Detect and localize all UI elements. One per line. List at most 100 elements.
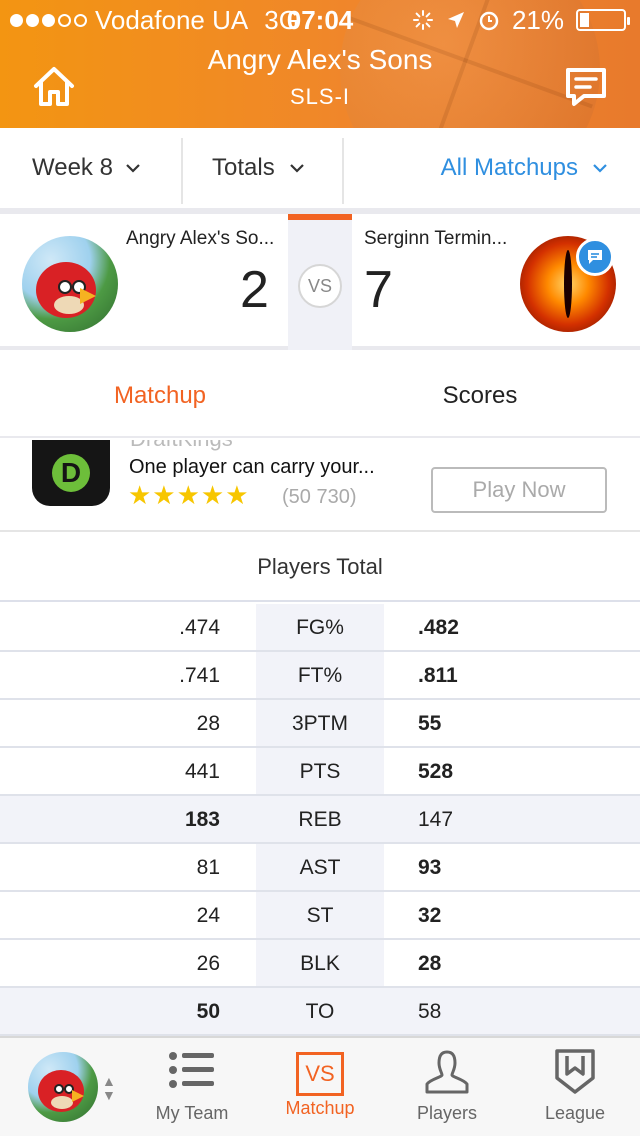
stat-row: .741 FT% .811 bbox=[0, 652, 640, 700]
stat-row: 183 REB 147 bbox=[0, 796, 640, 844]
stat-right-value: 528 bbox=[418, 760, 454, 783]
tab-players[interactable]: Players bbox=[392, 1048, 502, 1124]
signal-strength-icon bbox=[10, 13, 87, 27]
stat-category: REB bbox=[298, 808, 342, 831]
message-icon bbox=[588, 250, 602, 264]
stat-category: TO bbox=[305, 1000, 335, 1023]
stat-left-value: 28 bbox=[196, 712, 220, 735]
tab-matchup[interactable]: Matchup bbox=[0, 350, 320, 438]
network-label: 3G bbox=[264, 5, 299, 35]
stat-right-value: 32 bbox=[418, 904, 442, 927]
left-team-score: 2 bbox=[240, 261, 269, 319]
battery-icon bbox=[576, 9, 630, 31]
ad-banner[interactable]: D DraftKings One player can carry your..… bbox=[0, 440, 640, 532]
stats-table: .474 FG% .482 .741 FT% .811 28 3PTM 55 441 PTS 528 1… bbox=[0, 604, 640, 1036]
draftkings-logo-icon: D bbox=[32, 440, 110, 506]
rating-stars-icon: ★★★★★ bbox=[128, 480, 250, 510]
stat-row: 50 TO 58 bbox=[0, 988, 640, 1036]
stat-category: 3PTM bbox=[291, 712, 348, 735]
alarm-icon bbox=[479, 11, 499, 31]
week-label: Week 8 bbox=[32, 154, 113, 181]
team-switcher-avatar[interactable] bbox=[28, 1052, 98, 1122]
tab-scores[interactable]: Scores bbox=[320, 350, 640, 438]
stat-row: 81 AST 93 bbox=[0, 844, 640, 892]
matchups-label: All Matchups bbox=[440, 154, 578, 181]
angry-bird-icon bbox=[36, 262, 96, 318]
page-title: Angry Alex's Sons bbox=[207, 44, 433, 75]
vs-icon: VS bbox=[296, 1052, 344, 1096]
totals-label: Totals bbox=[212, 154, 275, 181]
stat-row: 441 PTS 528 bbox=[0, 748, 640, 796]
stat-category: PTS bbox=[299, 760, 341, 783]
right-team-name[interactable]: Serginn Termin... bbox=[364, 228, 507, 250]
stat-left-value: .741 bbox=[179, 664, 220, 687]
tab-matchup-nav[interactable]: VS Matchup bbox=[265, 1048, 375, 1119]
message-badge[interactable] bbox=[576, 238, 614, 276]
tab-players-label: Players bbox=[416, 1103, 478, 1123]
vs-badge: VS bbox=[298, 264, 342, 308]
stat-left-value: 81 bbox=[196, 856, 220, 879]
ad-text: One player can carry your... bbox=[129, 456, 375, 478]
stat-left-value: 183 bbox=[184, 808, 220, 831]
bottom-tab-bar: ▲ ▼ My Team VS Matchup Players League bbox=[0, 1036, 640, 1136]
stat-left-value: 50 bbox=[196, 1000, 220, 1023]
divider bbox=[181, 138, 183, 204]
stat-category: AST bbox=[299, 856, 341, 879]
players-total-title: Players Total bbox=[0, 532, 640, 602]
stat-left-value: 26 bbox=[196, 952, 220, 975]
stat-category: FT% bbox=[297, 664, 343, 687]
filter-bar: Week 8 Totals All Matchups bbox=[0, 128, 640, 214]
stat-left-value: 441 bbox=[184, 760, 220, 783]
stat-row: 24 ST 32 bbox=[0, 892, 640, 940]
stat-right-value: 55 bbox=[418, 712, 442, 735]
chat-button[interactable] bbox=[562, 62, 610, 110]
stat-right-value: 28 bbox=[418, 952, 442, 975]
stat-right-value: 58 bbox=[418, 1000, 442, 1023]
tab-my-team[interactable]: My Team bbox=[137, 1048, 247, 1124]
stat-category: BLK bbox=[300, 952, 340, 975]
stat-right-value: .811 bbox=[418, 664, 458, 687]
chat-icon bbox=[566, 68, 606, 106]
tab-matchup-label: Matchup bbox=[285, 1098, 355, 1118]
left-team-name[interactable]: Angry Alex's So... bbox=[126, 228, 274, 250]
stat-row: 26 BLK 28 bbox=[0, 940, 640, 988]
list-icon bbox=[169, 1052, 214, 1088]
chevron-down-icon bbox=[126, 164, 140, 173]
eye-icon bbox=[564, 250, 572, 318]
league-subtitle: SLS-I bbox=[289, 84, 351, 109]
divider bbox=[342, 138, 344, 204]
tab-league[interactable]: League bbox=[520, 1048, 630, 1124]
app-header: Vodafone UA 3G 07:04 21% Angry Alex's So… bbox=[0, 0, 640, 128]
stat-category: FG% bbox=[296, 616, 344, 639]
sort-updown-icon[interactable]: ▲ ▼ bbox=[102, 1074, 116, 1102]
stat-row: .474 FG% .482 bbox=[0, 604, 640, 652]
stat-left-value: 24 bbox=[196, 904, 220, 927]
right-team-score: 7 bbox=[364, 261, 393, 319]
stat-right-value: 93 bbox=[418, 856, 442, 879]
tab-my-team-label: My Team bbox=[155, 1103, 229, 1123]
matchup-card: Angry Alex's So... 2 VS Serginn Termin..… bbox=[0, 214, 640, 350]
shield-icon bbox=[555, 1049, 595, 1094]
stat-category: ST bbox=[306, 904, 334, 927]
week-selector[interactable]: Week 8 bbox=[32, 128, 141, 208]
chevron-down-icon bbox=[593, 164, 607, 173]
matchups-selector[interactable]: All Matchups bbox=[441, 128, 608, 208]
location-arrow-icon bbox=[447, 12, 464, 28]
battery-percent: 21% bbox=[511, 5, 564, 35]
tab-league-label: League bbox=[544, 1103, 606, 1123]
chevron-down-icon bbox=[289, 164, 304, 173]
stat-row: 28 3PTM 55 bbox=[0, 700, 640, 748]
play-now-button[interactable]: Play Now bbox=[431, 467, 607, 513]
status-bar: Vodafone UA 3G 07:04 21% bbox=[0, 0, 640, 40]
stat-right-value: 147 bbox=[418, 808, 454, 831]
rating-count: (50 730) bbox=[282, 486, 357, 508]
ad-brand-label: DraftKings bbox=[130, 440, 233, 452]
stat-right-value: .482 bbox=[418, 616, 459, 639]
stat-left-value: .474 bbox=[179, 616, 220, 639]
player-icon bbox=[425, 1050, 469, 1094]
carrier-label: Vodafone UA bbox=[95, 5, 249, 35]
section-tabs: Matchup Scores bbox=[0, 350, 640, 438]
activity-spinner-icon bbox=[412, 10, 433, 30]
totals-selector[interactable]: Totals bbox=[212, 128, 305, 208]
left-team-avatar[interactable] bbox=[22, 236, 118, 332]
